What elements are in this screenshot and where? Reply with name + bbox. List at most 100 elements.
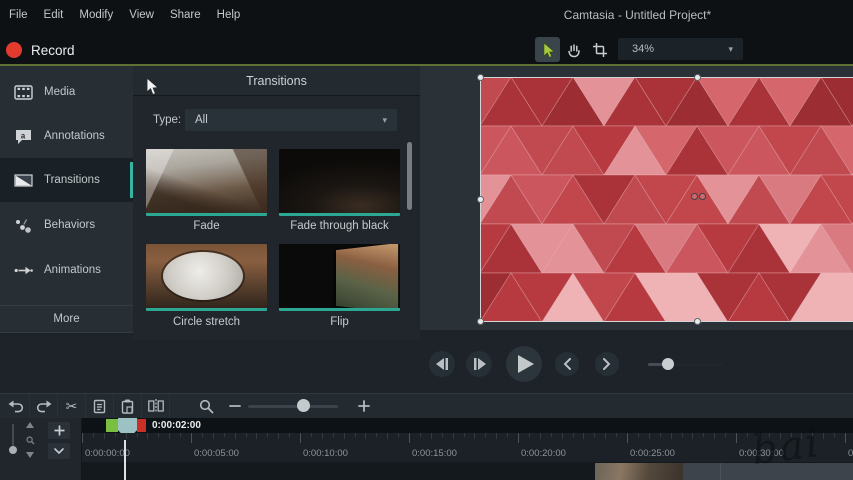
- rotation-anchor-icon[interactable]: [699, 193, 706, 200]
- undo-button[interactable]: [2, 394, 30, 418]
- track-scale-slider-handle[interactable]: [9, 446, 17, 454]
- transition-fade-through-black-label: Fade through black: [279, 220, 400, 232]
- transition-flip-label: Flip: [279, 316, 400, 328]
- ruler-tick: [583, 433, 584, 439]
- add-track-button[interactable]: [48, 422, 70, 439]
- sidebar-label-annotations: Annotations: [44, 130, 105, 142]
- track-head: [0, 418, 82, 480]
- svg-text:a: a: [21, 131, 26, 140]
- redo-button[interactable]: [30, 394, 58, 418]
- selection-handle-top-center[interactable]: [694, 74, 701, 81]
- timeline-zoom-out-button[interactable]: [221, 394, 249, 418]
- volume-slider-track[interactable]: [668, 363, 723, 366]
- transitions-icon: [14, 172, 33, 189]
- ruler-tick: [540, 433, 541, 439]
- volume-slider-handle[interactable]: [662, 358, 674, 370]
- transition-circle-stretch-label: Circle stretch: [146, 316, 267, 328]
- transition-circle-stretch[interactable]: [146, 244, 267, 311]
- ruler-tick: [812, 433, 813, 437]
- triangle-up-icon: [26, 422, 34, 428]
- selection-out-handle[interactable]: [137, 419, 146, 432]
- paste-button[interactable]: [114, 394, 142, 418]
- triangle-down-icon: [26, 452, 34, 458]
- sidebar-item-media[interactable]: Media: [0, 72, 133, 112]
- sidebar-item-animations[interactable]: Animations: [0, 248, 133, 292]
- canvas-zoom-dropdown[interactable]: 34% ▾: [618, 38, 743, 60]
- rotation-anchor-icon[interactable]: [691, 193, 698, 200]
- ruler-label: 0:00:35:00: [848, 448, 853, 459]
- selection-in-handle[interactable]: [106, 419, 118, 432]
- canvas-media-image[interactable]: [480, 77, 853, 322]
- hand-icon: [566, 42, 582, 58]
- ruler-tick: [115, 433, 116, 437]
- record-button[interactable]: Record: [6, 38, 75, 62]
- plus-icon: [54, 425, 65, 436]
- ruler-tick: [605, 433, 606, 439]
- sidebar-more-button[interactable]: More: [0, 305, 133, 333]
- sidebar-item-annotations[interactable]: a Annotations: [0, 115, 133, 157]
- panel-scrollbar[interactable]: [407, 142, 412, 210]
- clip-body[interactable]: [683, 463, 853, 480]
- timeline-zoom-slider-handle[interactable]: [297, 399, 310, 412]
- cut-button[interactable]: ✂: [58, 394, 86, 418]
- type-filter-label: Type:: [153, 114, 181, 126]
- ruler-tick: [409, 433, 410, 443]
- step-back-icon: [436, 358, 449, 370]
- type-filter-dropdown[interactable]: All ▾: [185, 109, 397, 131]
- step-forward-button[interactable]: [466, 351, 492, 377]
- crop-icon: [592, 42, 608, 58]
- ruler-tick: [551, 433, 552, 437]
- timeline-ruler[interactable]: 0:00:00:000:00:05:000:00:10:000:00:15:00…: [82, 433, 853, 462]
- select-tool-button[interactable]: [535, 37, 560, 62]
- sidebar-item-behaviors[interactable]: Behaviors: [0, 203, 133, 247]
- playhead-line[interactable]: [124, 440, 126, 480]
- transition-flip[interactable]: [279, 244, 400, 311]
- next-clip-button[interactable]: [595, 352, 619, 376]
- step-back-button[interactable]: [429, 351, 455, 377]
- ruler-tick: [191, 433, 192, 443]
- panel-footer-area: [0, 333, 420, 393]
- menu-share[interactable]: Share: [170, 9, 201, 21]
- ruler-tick: [355, 433, 356, 437]
- menu-file[interactable]: File: [9, 9, 28, 21]
- menu-edit[interactable]: Edit: [44, 9, 64, 21]
- selection-handle-bottom-center[interactable]: [694, 318, 701, 325]
- selection-handle-mid-left[interactable]: [477, 196, 484, 203]
- ruler-tick: [627, 433, 628, 443]
- ruler-tick: [714, 433, 715, 439]
- selection-handle-bottom-left[interactable]: [477, 318, 484, 325]
- selection-handle-top-left[interactable]: [477, 74, 484, 81]
- ruler-tick: [93, 433, 94, 437]
- cursor-icon: [540, 42, 556, 58]
- timeline-zoom-slider-track[interactable]: [248, 405, 338, 408]
- chevron-left-icon: [563, 358, 571, 370]
- ruler-tick: [736, 433, 737, 443]
- sidebar-item-transitions[interactable]: Transitions: [0, 158, 133, 202]
- menu-view[interactable]: View: [129, 9, 154, 21]
- transition-fade-through-black[interactable]: [279, 149, 400, 216]
- step-forward-icon: [473, 358, 486, 370]
- play-button[interactable]: [506, 346, 542, 382]
- crop-tool-button[interactable]: [587, 37, 612, 62]
- transitions-panel: Transitions Type: All ▾ Fade Fade throug…: [133, 66, 420, 340]
- transition-fade[interactable]: [146, 149, 267, 216]
- collapse-tracks-button[interactable]: [48, 443, 70, 459]
- previous-clip-button[interactable]: [555, 352, 579, 376]
- menu-help[interactable]: Help: [217, 9, 241, 21]
- timeline-zoom-in-button[interactable]: [350, 394, 378, 418]
- timeline-toolbar: ✂: [0, 393, 853, 418]
- ruler-tick: [322, 433, 323, 439]
- chevron-down-icon: ▾: [382, 115, 387, 126]
- clip-divider: [720, 463, 721, 480]
- pan-tool-button[interactable]: [561, 37, 586, 62]
- ruler-tick: [344, 433, 345, 439]
- scissors-icon: ✂: [66, 398, 78, 415]
- track-zoom-control[interactable]: [24, 422, 36, 458]
- clip-thumbnail[interactable]: [595, 463, 683, 480]
- copy-button[interactable]: [86, 394, 114, 418]
- timeline-track[interactable]: [82, 462, 853, 480]
- timeline-zoom-button[interactable]: [192, 394, 220, 418]
- split-button[interactable]: [142, 394, 170, 418]
- menu-modify[interactable]: Modify: [79, 9, 113, 21]
- ruler-tick: [431, 433, 432, 439]
